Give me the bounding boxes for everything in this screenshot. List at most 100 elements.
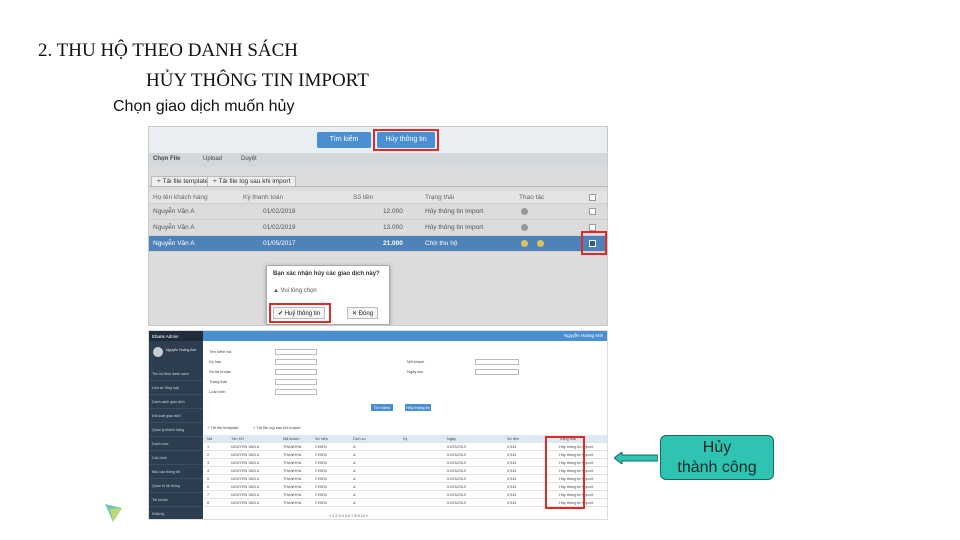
table-cell: CHIEN — [315, 469, 327, 473]
close-button[interactable]: ✕ Đóng — [347, 307, 379, 319]
table-cell: A — [353, 501, 356, 505]
result-screenshot: Ebank Admin Nguyễn Hoàng Anh Thu hộ theo… — [148, 330, 608, 520]
approve-icon[interactable] — [537, 240, 544, 247]
table-cell: 01/03/2019 — [447, 493, 467, 497]
sidebar-menu: Thu hộ theo danh sách Lịch sử tổng hợp D… — [149, 367, 203, 519]
info-icon[interactable] — [521, 224, 528, 231]
step-choose-file[interactable]: Chọn File — [153, 156, 180, 162]
info-icon[interactable] — [521, 240, 528, 247]
input-field[interactable] — [475, 369, 519, 375]
table-cell: CHIEN — [315, 477, 327, 481]
table-cell: 3,944 — [507, 493, 517, 497]
sidebar: Ebank Admin Nguyễn Hoàng Anh Thu hộ theo… — [149, 331, 203, 519]
table-cell: CHIEN — [315, 485, 327, 489]
table-cell: 01/03/2019 — [447, 461, 467, 465]
table-cell: CHIEN — [315, 445, 327, 449]
input-field[interactable] — [475, 359, 519, 365]
confirm-dialog: Bạn xác nhận hủy các giao dịch này? ▲ Vu… — [266, 265, 390, 325]
table-cell: CHIEN — [315, 501, 327, 505]
select-all-checkbox[interactable] — [589, 194, 596, 201]
col-period: Kỳ thanh toán — [243, 194, 284, 201]
table-cell: THANHHA — [283, 461, 302, 465]
sidebar-item[interactable]: Nhật ký — [149, 507, 203, 519]
user-name: Nguyễn Hoàng Anh — [166, 348, 197, 352]
table-row[interactable]: Nguyễn Văn A 01/02/2019 13.000 Hủy thông… — [149, 220, 607, 236]
slide-subtitle: HỦY THÔNG TIN IMPORT — [146, 70, 369, 91]
table-cell: NGUYEN VAN A — [231, 485, 260, 489]
sidebar-item[interactable]: Quản lý khách hàng — [149, 423, 203, 437]
tab-download-template[interactable]: + Tải file template — [207, 425, 239, 430]
table-row[interactable]: Nguyễn Văn A 01/02/2018 12.000 Hủy thông… — [149, 204, 607, 220]
sidebar-item[interactable]: Danh sách giao dịch — [149, 395, 203, 409]
sidebar-item[interactable]: Tài khoản — [149, 493, 203, 507]
table-cell: 2 — [207, 453, 210, 457]
table-cell: A — [353, 477, 356, 481]
search-button[interactable]: Tìm kiếm — [371, 404, 393, 411]
table-row-selected[interactable]: Nguyễn Văn A 01/05/2017 21.000 Chờ thu h… — [149, 236, 607, 252]
input-field[interactable] — [275, 369, 317, 375]
success-label: Hủy thành công — [677, 439, 757, 476]
transactions-table: Họ tên khách hàng Kỳ thanh toán Số tiền … — [149, 191, 607, 252]
table-cell: THANHHA — [283, 477, 302, 481]
table-cell: A — [353, 469, 356, 473]
table-cell: THANHHA — [283, 453, 302, 457]
top-bar: Nguyễn Hoàng Anh — [203, 331, 607, 341]
label-status: Trạng thái — [209, 379, 227, 384]
step-upload[interactable]: Upload — [203, 156, 222, 162]
table-cell: 8 — [207, 501, 210, 505]
tab-download-template[interactable]: + Tải file template — [151, 176, 215, 186]
step-approve[interactable]: Duyệt — [241, 156, 257, 162]
top-user[interactable]: Nguyễn Hoàng Anh — [564, 333, 603, 338]
confirm-highlight-box — [269, 303, 331, 323]
highlight-box — [373, 129, 439, 151]
table-cell: 3,944 — [507, 477, 517, 481]
label-created-date: Ngày tạo — [407, 369, 424, 374]
input-field[interactable] — [275, 349, 317, 355]
checkbox-highlight-box — [581, 231, 607, 255]
table-cell: NGUYEN VAN A — [231, 461, 260, 465]
label-term: Kỳ hạn — [209, 359, 222, 364]
sidebar-item[interactable]: Báo cáo thống kê — [149, 465, 203, 479]
table-cell: 3,944 — [507, 469, 517, 473]
brand-label: Ebank Admin — [149, 331, 203, 341]
pagination[interactable]: « 1 2 3 4 5 6 7 8 9 10 » — [329, 514, 368, 518]
label-check-name: Tên kiểm tra — [209, 349, 232, 354]
tab-download-log[interactable]: + Tải file log sau khi import — [253, 425, 301, 430]
col-amount: Số tiền — [353, 194, 374, 201]
table-cell: 01/03/2019 — [447, 501, 467, 505]
sidebar-item[interactable]: Cấu hình — [149, 451, 203, 465]
table-cell: NGUYEN VAN A — [231, 453, 260, 457]
input-field[interactable] — [275, 359, 317, 365]
sidebar-item[interactable]: Thu hộ theo danh sách — [149, 367, 203, 381]
label-account: Số tài khoản — [209, 369, 232, 374]
table-cell: NGUYEN VAN A — [231, 501, 260, 505]
table-cell: 01/03/2019 — [447, 445, 467, 449]
table-cell: 1 — [207, 445, 210, 449]
table-header: Họ tên khách hàng Kỳ thanh toán Số tiền … — [149, 191, 607, 204]
label-customer-code: Mã khách — [407, 359, 425, 364]
cancel-info-button[interactable]: Hủy thông tin — [405, 404, 431, 411]
table-cell: 3,944 — [507, 501, 517, 505]
dialog-question: Bạn xác nhận hủy các giao dịch này? — [273, 271, 380, 277]
avatar — [153, 347, 163, 357]
input-field[interactable] — [275, 379, 317, 385]
row-checkbox[interactable] — [589, 224, 596, 231]
sidebar-item[interactable]: Quản trị hệ thống — [149, 479, 203, 493]
info-icon[interactable] — [521, 208, 528, 215]
sidebar-item[interactable]: Lịch sử tổng hợp — [149, 381, 203, 395]
row-checkbox[interactable] — [589, 208, 596, 215]
tab-download-log[interactable]: + Tải file log sau khi import — [207, 176, 297, 186]
search-button[interactable]: Tìm kiếm — [317, 132, 371, 148]
sidebar-item[interactable]: Đối soát giao dịch — [149, 409, 203, 423]
sidebar-item[interactable]: Danh mục — [149, 437, 203, 451]
input-field[interactable] — [275, 389, 317, 395]
table-cell: 4 — [207, 469, 210, 473]
table-cell: 01/03/2019 — [447, 485, 467, 489]
toolbar: Tìm kiếm Hủy thông tin — [149, 127, 607, 153]
table-cell: 6 — [207, 485, 210, 489]
success-badge: Hủy thành công — [660, 435, 774, 480]
table-cell: 3 — [207, 461, 210, 465]
table-cell: A — [353, 485, 356, 489]
slide-title: 2. THU HỘ THEO DANH SÁCH — [38, 40, 299, 61]
table-cell: THANHHA — [283, 445, 302, 449]
